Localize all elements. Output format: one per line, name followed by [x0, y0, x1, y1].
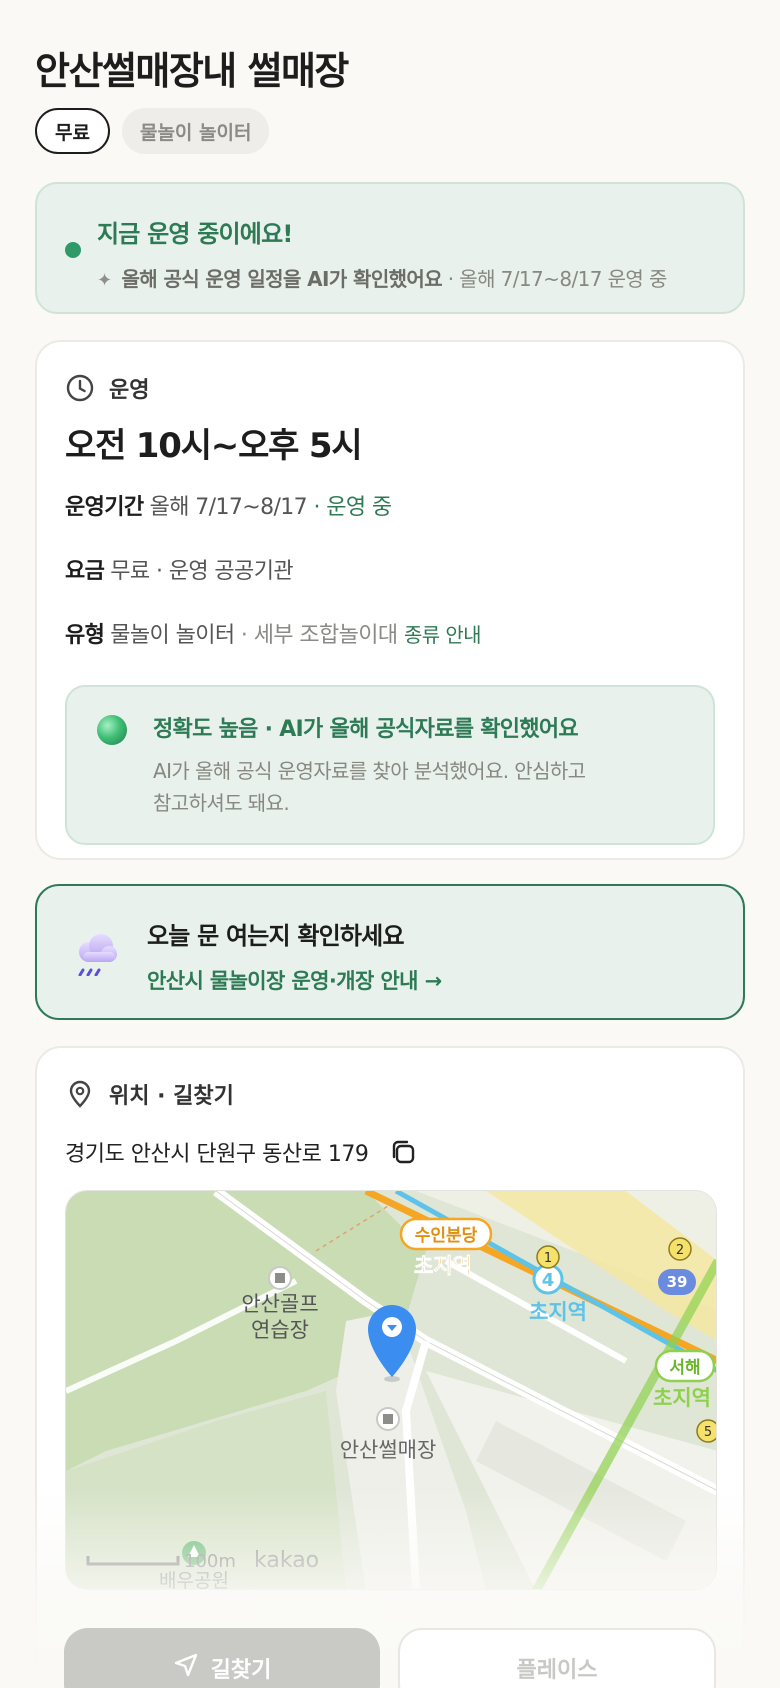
status-title: 지금 운영 중이에요! [97, 220, 293, 248]
map-golf-marker-icon [268, 1266, 292, 1290]
navigation-arrow-icon [173, 1652, 199, 1684]
period-status: · 운영 중 [307, 495, 392, 520]
page: 안산썰매장내 썰매장 무료 물놀이 놀이터 지금 운영 중이에요! ✦ 올해 공식… [0, 0, 780, 1686]
location-map[interactable]: 안산골프 연습장 안산썰매장 수인분당 초지역 4 초지역 1 2 39 서해 … [65, 1190, 717, 1590]
operating-hours: 오전 10시~오후 5시 [65, 426, 363, 466]
map-badge-line4: 4 [542, 1270, 555, 1291]
map-label-station2: 초지역 [529, 1300, 587, 1324]
map-scale-label: 100m [184, 1551, 236, 1572]
chip-water-playground[interactable]: 물놀이 놀이터 [121, 108, 270, 154]
map-brand-logo: kakao [254, 1548, 319, 1573]
fee-value: 무료 · 운영 공공기관 [110, 559, 293, 584]
fee-row: 요금 무료 · 운영 공공기관 [65, 553, 715, 585]
type-value: 물놀이 놀이터 [110, 623, 235, 648]
clock-icon [65, 373, 95, 403]
period-key: 운영기간 [65, 495, 144, 520]
notice-title: 오늘 문 여는지 확인하세요 [147, 922, 405, 950]
accuracy-box: 정확도 높음 · AI가 올해 공식자료를 확인했어요 AI가 올해 공식 운영… [65, 685, 715, 845]
accuracy-description: AI가 올해 공식 운영자료를 찾아 분석했어요. 안심하고 참고하셔도 돼요. [153, 755, 693, 819]
location-card: 위치 · 길찾기 경기도 안산시 단원구 동산로 179 안산골프 연습장 안산… [35, 1046, 745, 1686]
map-badge-5: 5 [704, 1425, 712, 1440]
operation-label: 운영 [109, 378, 150, 403]
address-row: 경기도 안산시 단원구 동산로 179 [65, 1136, 715, 1168]
period-row: 운영기간 올해 7/17~8/17 · 운영 중 [65, 489, 715, 521]
sparkle-icon: ✦ [97, 270, 112, 291]
status-card: 지금 운영 중이에요! ✦ 올해 공식 운영 일정을 AI가 확인했어요 · 올해… [35, 182, 745, 314]
map-badge-1: 1 [544, 1251, 552, 1266]
operation-card: 운영 오전 10시~오후 5시 운영기간 올해 7/17~8/17 · 운영 중 … [35, 340, 745, 860]
map-label-park: 배우공원 [159, 1570, 229, 1590]
chip-free[interactable]: 무료 [35, 108, 110, 154]
place-button[interactable]: 플레이스 [398, 1628, 716, 1688]
status-subtitle: ✦ 올해 공식 운영 일정을 AI가 확인했어요 · 올해 7/17~8/17 운… [97, 263, 743, 292]
accuracy-desc-line2: 참고하셔도 돼요. [153, 791, 290, 815]
map-label-station3-tag: 서해 [669, 1358, 700, 1378]
rain-cloud-icon [73, 932, 119, 977]
location-label: 위치 · 길찾기 [109, 1084, 234, 1109]
map-sled-marker-icon [376, 1407, 400, 1431]
status-dot-icon [65, 242, 81, 258]
map-label-golf-2: 연습장 [251, 1318, 309, 1342]
map-label-station1-tag: 수인분당 [415, 1226, 478, 1246]
accuracy-title: 정확도 높음 · AI가 올해 공식자료를 확인했어요 [153, 717, 579, 742]
address-text: 경기도 안산시 단원구 동산로 179 [65, 1142, 369, 1167]
map-label-station1: 초지역 [414, 1254, 472, 1278]
operation-header: 운영 [65, 372, 715, 404]
place-label: 플레이스 [516, 1658, 598, 1683]
map-badge-39: 39 [667, 1273, 688, 1291]
map-label-station3: 초지역 [653, 1386, 711, 1410]
notice-link[interactable]: 안산시 물놀이장 운영·개장 안내 → [147, 965, 743, 995]
directions-button[interactable]: 길찾기 [64, 1628, 380, 1688]
type-key: 유형 [65, 623, 105, 648]
accuracy-orb-icon [97, 715, 127, 745]
accuracy-desc-line1: AI가 올해 공식 운영자료를 찾아 분석했어요. 안심하고 [153, 759, 586, 783]
type-row: 유형 물놀이 놀이터 · 세부 조합놀이대 종류 안내 [65, 617, 715, 649]
type-detail: · 세부 조합놀이대 [234, 623, 398, 648]
status-ai-note: 올해 공식 운영 일정을 AI가 확인했어요 [121, 267, 443, 291]
open-notice-card[interactable]: 오늘 문 여는지 확인하세요 안산시 물놀이장 운영·개장 안내 → [35, 884, 745, 1020]
status-period-note: · 올해 7/17~8/17 운영 중 [442, 267, 668, 291]
location-header: 위치 · 길찾기 [65, 1078, 715, 1110]
bottom-action-bar: 길찾기 플레이스 [64, 1628, 716, 1688]
map-badge-2: 2 [676, 1243, 684, 1258]
directions-label: 길찾기 [210, 1658, 272, 1683]
location-pin-icon [65, 1079, 95, 1109]
tag-chips: 무료 물놀이 놀이터 [35, 100, 745, 182]
period-value: 올해 7/17~8/17 [149, 495, 308, 520]
map-label-golf-1: 안산골프 [241, 1292, 318, 1316]
fee-key: 요금 [65, 559, 105, 584]
map-label-sled: 안산썰매장 [340, 1438, 437, 1462]
type-guide-link[interactable]: 종류 안내 [404, 623, 482, 647]
page-title: 안산썰매장내 썰매장 [35, 49, 349, 93]
copy-icon[interactable] [388, 1137, 418, 1167]
